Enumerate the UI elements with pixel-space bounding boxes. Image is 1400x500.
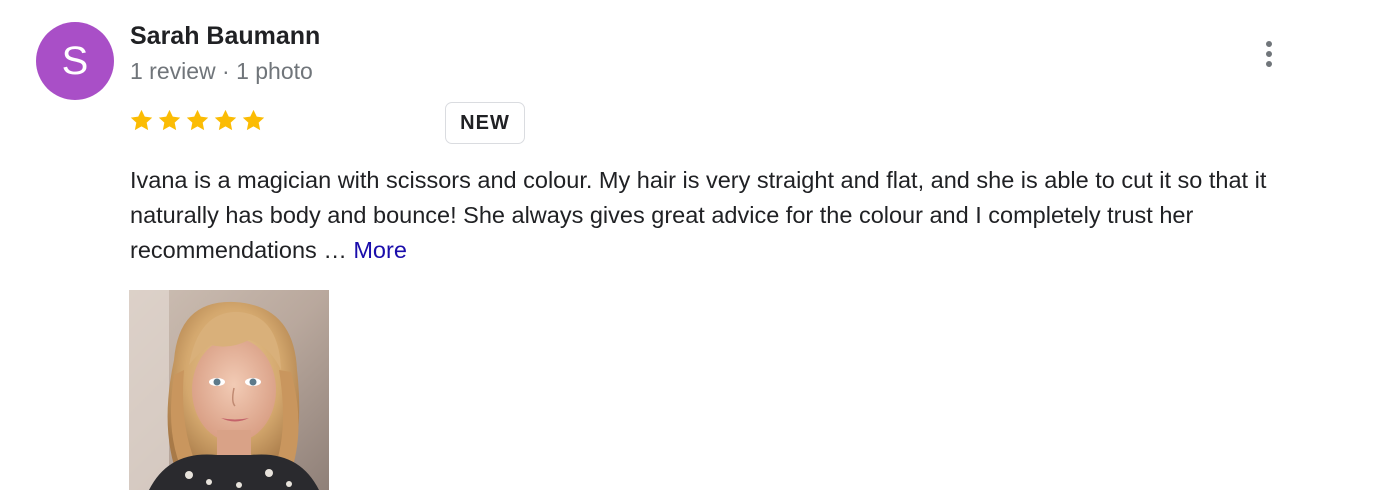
review-card: S Sarah Baumann 1 review · 1 photo NEW I…	[0, 0, 1400, 500]
avatar-initial: S	[61, 38, 89, 83]
more-link[interactable]: More	[353, 237, 407, 263]
reviewer-meta: 1 review · 1 photo	[130, 58, 313, 84]
more-vert-icon-dot	[1266, 51, 1272, 57]
review-text: Ivana is a magician with scissors and co…	[130, 163, 1345, 268]
star-icon	[186, 109, 209, 131]
star-icon	[214, 109, 237, 131]
star-icon	[158, 109, 181, 131]
star-icon	[130, 109, 153, 131]
avatar[interactable]: S	[36, 22, 114, 100]
new-badge: NEW	[445, 102, 525, 144]
more-options-button[interactable]	[1252, 34, 1286, 74]
review-body: Ivana is a magician with scissors and co…	[130, 167, 1267, 263]
review-photo[interactable]	[129, 290, 329, 490]
review-photo-image	[129, 290, 329, 490]
more-vert-icon-dot	[1266, 61, 1272, 67]
more-vert-icon	[1266, 41, 1272, 47]
star-icon	[242, 109, 265, 131]
reviewer-name[interactable]: Sarah Baumann	[130, 22, 320, 51]
star-rating	[128, 107, 267, 134]
